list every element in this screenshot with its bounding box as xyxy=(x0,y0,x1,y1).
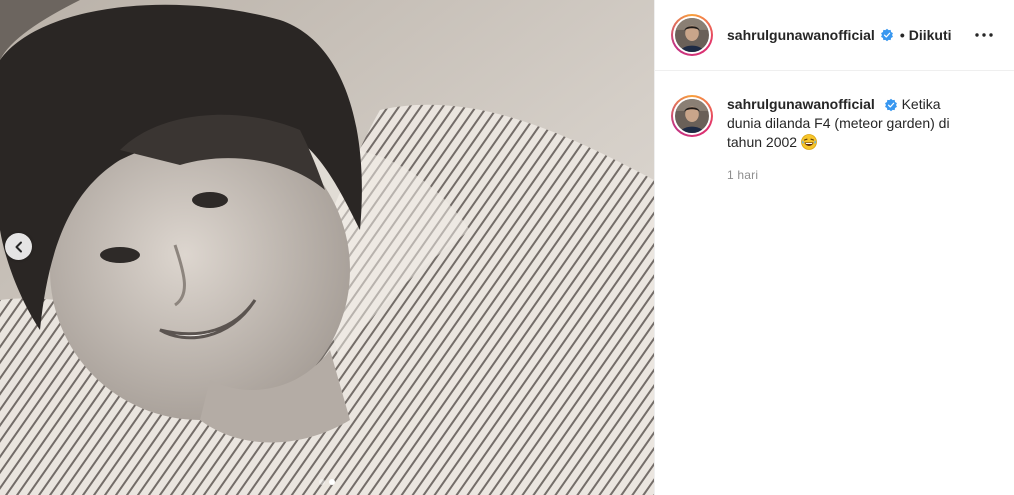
instagram-post: sahrulgunawanofficial • Diikuti sahrulgu… xyxy=(0,0,1014,495)
header-names: sahrulgunawanofficial • Diikuti xyxy=(727,27,972,43)
previous-slide-button[interactable] xyxy=(5,233,32,260)
caption-body: sahrulgunawanofficial Ketika dunia dilan… xyxy=(727,95,977,185)
post-media[interactable] xyxy=(0,0,654,495)
post-caption: sahrulgunawanofficial Ketika dunia dilan… xyxy=(655,71,1014,185)
carousel-dot xyxy=(319,479,325,485)
verified-badge-icon xyxy=(880,28,893,42)
caption-verified-badge-icon xyxy=(884,98,897,112)
carousel-dot-active xyxy=(329,479,335,485)
caption-avatar xyxy=(675,99,709,133)
username-link[interactable]: sahrulgunawanofficial xyxy=(727,27,875,43)
post-photo xyxy=(0,0,654,495)
post-side-panel: sahrulgunawanofficial • Diikuti sahrulgu… xyxy=(654,0,1014,495)
header-separator: • xyxy=(899,27,905,43)
chevron-left-icon xyxy=(15,241,22,252)
post-header: sahrulgunawanofficial • Diikuti xyxy=(655,0,1014,71)
caption-story-ring[interactable] xyxy=(671,95,713,137)
more-options-button[interactable] xyxy=(972,23,996,47)
carousel-indicator xyxy=(0,479,654,485)
story-ring[interactable] xyxy=(671,14,713,56)
post-timestamp[interactable]: 1 hari xyxy=(727,166,977,185)
laughing-with-tears-emoji-icon xyxy=(801,134,817,150)
caption-username-link[interactable]: sahrulgunawanofficial xyxy=(727,96,875,112)
following-button[interactable]: Diikuti xyxy=(909,27,952,43)
avatar xyxy=(675,18,709,52)
more-horizontal-icon xyxy=(975,33,993,37)
